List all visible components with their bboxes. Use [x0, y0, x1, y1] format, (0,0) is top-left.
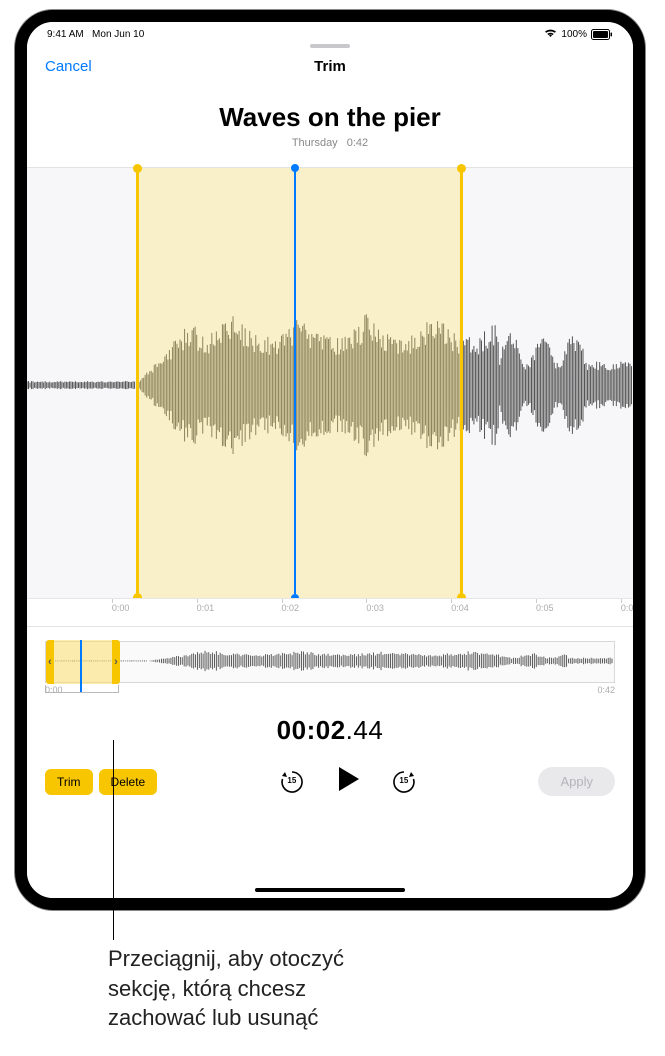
recording-meta: Thursday 0:42 — [27, 137, 633, 149]
wifi-icon — [544, 28, 557, 41]
tick: 0:06 — [621, 603, 639, 613]
overview-labels: 0:00 0:42 — [45, 685, 615, 699]
controls-row: Trim Delete 15 15 Apply — [27, 746, 633, 799]
recording-duration: 0:42 — [347, 137, 368, 149]
battery-icon — [591, 29, 613, 40]
tick: 0:03 — [366, 603, 384, 613]
overview-handle-right-icon[interactable]: › — [114, 656, 118, 668]
skip-back-button[interactable]: 15 — [279, 769, 305, 795]
skip-back-label: 15 — [279, 776, 305, 785]
apply-button[interactable]: Apply — [538, 767, 615, 796]
time-axis: 0:000:010:020:030:040:050:06 — [27, 598, 633, 626]
trim-button[interactable]: Trim — [45, 769, 93, 795]
time-main: 00:02 — [277, 715, 346, 745]
status-bar: 9:41 AM Mon Jun 10 100% — [27, 22, 633, 42]
tick: 0:05 — [536, 603, 554, 613]
edit-buttons: Trim Delete — [45, 769, 157, 795]
callout-leader — [113, 740, 114, 940]
tick: 0:04 — [451, 603, 469, 613]
overview-trim-selection[interactable]: ‹ › — [46, 640, 120, 684]
overview-end: 0:42 — [597, 685, 615, 695]
date: Mon Jun 10 — [92, 29, 144, 40]
overview-start: 0:00 — [45, 685, 63, 695]
playback-controls: 15 15 — [279, 764, 417, 799]
nav-title: Trim — [314, 58, 346, 75]
waveform-main[interactable]: 0:000:010:020:030:040:050:06 — [27, 167, 633, 627]
waveform-overview-graphic — [46, 642, 614, 680]
current-time: 00:02.44 — [27, 715, 633, 746]
recording-header: Waves on the pier Thursday 0:42 — [27, 102, 633, 149]
tick: 0:02 — [282, 603, 300, 613]
trim-handle-left-top[interactable] — [133, 164, 142, 173]
screen: 9:41 AM Mon Jun 10 100% Cancel Trim Wave… — [27, 22, 633, 898]
time-frac: .44 — [346, 715, 384, 745]
clock: 9:41 AM — [47, 29, 84, 40]
status-left: 9:41 AM Mon Jun 10 — [47, 29, 144, 40]
delete-button[interactable]: Delete — [99, 769, 158, 795]
status-right: 100% — [544, 28, 613, 41]
callout-text: Przeciągnij, aby otoczyć sekcję, którą c… — [108, 944, 408, 1033]
tick: 0:00 — [112, 603, 130, 613]
playhead[interactable] — [294, 168, 296, 598]
play-button[interactable] — [333, 764, 363, 799]
skip-forward-button[interactable]: 15 — [391, 769, 417, 795]
ipad-device-frame: 9:41 AM Mon Jun 10 100% Cancel Trim Wave… — [15, 10, 645, 910]
recording-title: Waves on the pier — [27, 102, 633, 133]
overview-handle-left-icon[interactable]: ‹ — [48, 656, 52, 668]
tick: 0:01 — [197, 603, 215, 613]
cancel-button[interactable]: Cancel — [45, 58, 92, 75]
battery-pct: 100% — [561, 29, 587, 40]
waveform-overview[interactable]: ‹ › — [45, 641, 615, 683]
skip-forward-label: 15 — [391, 776, 417, 785]
recording-day: Thursday — [292, 137, 338, 149]
home-indicator[interactable] — [255, 888, 405, 892]
trim-selection[interactable] — [136, 168, 463, 598]
nav-bar: Cancel Trim — [27, 48, 633, 84]
